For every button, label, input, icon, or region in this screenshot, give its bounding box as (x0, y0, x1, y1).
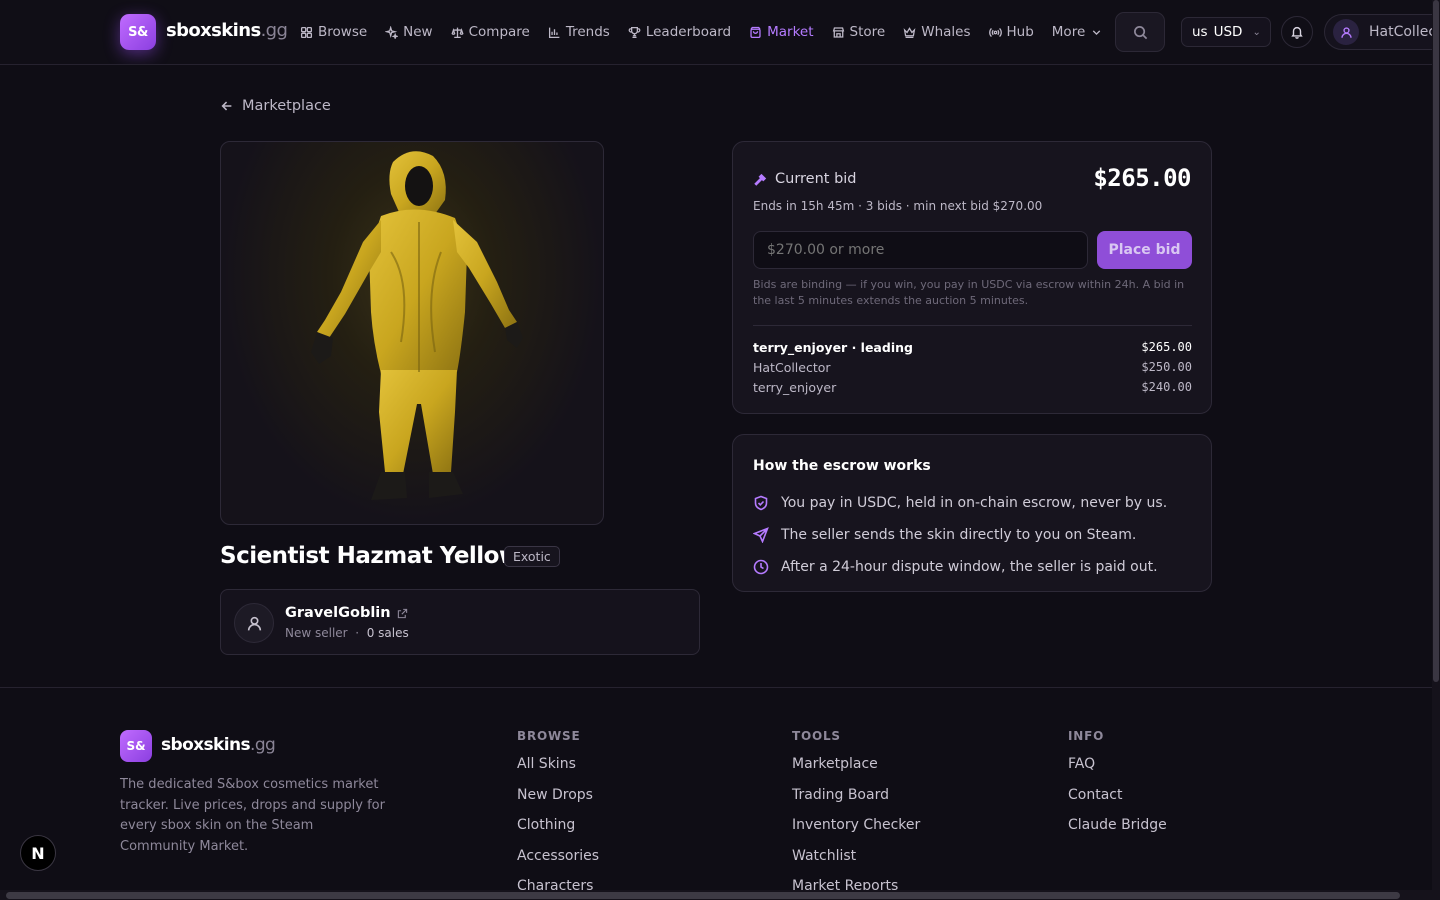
clock-icon (753, 559, 769, 575)
item-title: Scientist Hazmat Yellow (220, 543, 520, 569)
bid-history: terry_enjoyer · leading $265.00 HatColle… (753, 337, 1192, 397)
footer-logo-text[interactable]: sboxskins.gg (161, 735, 276, 755)
chevron-down-icon: ⌄ (1252, 26, 1261, 38)
shield-check-icon (754, 495, 768, 511)
escrow-steps: You pay in USDC, held in on-chain escrow… (753, 487, 1167, 583)
nav-menu: Browse New Compare Trends Leaderboard Ma… (300, 0, 1121, 64)
escrow-info-card: How the escrow works You pay in USDC, he… (732, 434, 1212, 592)
escrow-step: The seller sends the skin directly to yo… (753, 519, 1167, 551)
scrollbar-thumb[interactable] (6, 892, 1400, 899)
grid-icon (300, 26, 313, 38)
gavel-icon (754, 173, 767, 186)
hazmat-suit-illustration (311, 151, 523, 500)
search-button[interactable] (1115, 12, 1165, 52)
nav-item-market[interactable]: Market (749, 24, 814, 40)
place-bid-button[interactable]: Place bid (1097, 231, 1192, 269)
avatar (1333, 19, 1359, 45)
nav-item-hub[interactable]: Hub (988, 24, 1034, 40)
radio-icon (988, 27, 1002, 37)
bid-history-row: HatCollector $250.00 (753, 359, 1192, 375)
footer-column-title: INFO (1068, 729, 1105, 743)
footer-link[interactable]: Inventory Checker (792, 817, 920, 848)
nav-item-trends[interactable]: Trends (548, 24, 610, 40)
arrow-left-icon (221, 101, 232, 111)
store-icon (832, 26, 844, 38)
nav-item-compare[interactable]: Compare (451, 24, 530, 40)
footer-column-tools: TOOLS Marketplace Trading Board Inventor… (792, 729, 920, 900)
footer-divider (0, 687, 1432, 688)
seller-meta: New seller · 0 sales (285, 626, 409, 640)
divider (753, 325, 1192, 326)
bar-chart-icon (548, 27, 560, 38)
back-to-marketplace-link[interactable]: Marketplace (220, 98, 331, 114)
logo-text[interactable]: sboxskins.gg (166, 20, 288, 41)
bell-icon (1291, 26, 1303, 39)
current-bid-price: $265.00 (1093, 164, 1191, 192)
footer-logo-badge[interactable]: S& (120, 730, 152, 762)
dev-tools-badge[interactable]: N (20, 835, 56, 871)
bid-terms-note: Bids are binding — if you win, you pay i… (753, 278, 1185, 307)
footer-link[interactable]: New Drops (517, 787, 599, 818)
currency-code: USD (1213, 24, 1243, 40)
scrollbar-thumb[interactable] (1433, 0, 1439, 682)
footer-link[interactable]: FAQ (1068, 756, 1167, 787)
currency-flag: us (1192, 24, 1208, 40)
footer-link[interactable]: Clothing (517, 817, 599, 848)
footer-link[interactable]: All Skins (517, 756, 599, 787)
footer-column-browse: BROWSE All Skins New Drops Clothing Acce… (517, 729, 599, 900)
footer-column-info: INFO FAQ Contact Claude Bridge (1068, 729, 1167, 848)
footer-link[interactable]: Watchlist (792, 848, 920, 879)
chevron-down-icon (1093, 29, 1101, 35)
footer-link[interactable]: Marketplace (792, 756, 920, 787)
footer-link[interactable]: Trading Board (792, 787, 920, 818)
bid-history-row: terry_enjoyer $240.00 (753, 379, 1192, 395)
bid-panel: Current bid $265.00 Ends in 15h 45m · 3 … (732, 141, 1212, 414)
user-menu[interactable]: HatCollector (1324, 14, 1432, 50)
shopping-bag-icon (750, 26, 761, 38)
crown-icon (903, 26, 916, 38)
nav-item-leaderboard[interactable]: Leaderboard (628, 24, 731, 40)
item-image (220, 141, 604, 525)
nav-item-browse[interactable]: Browse (300, 24, 367, 40)
external-link-icon (397, 608, 407, 618)
auction-status: Ends in 15h 45m · 3 bids · min next bid … (753, 199, 1043, 213)
footer-description: The dedicated S&box cosmetics market tra… (120, 777, 385, 854)
bid-history-row: terry_enjoyer · leading $265.00 (753, 339, 1192, 355)
seller-card: GravelGoblin New seller · 0 sales (220, 589, 700, 655)
escrow-step: You pay in USDC, held in on-chain escrow… (753, 487, 1167, 519)
top-nav: S& sboxskins.gg Browse New Compare Trend… (0, 0, 1432, 65)
footer-column-title: TOOLS (792, 729, 841, 743)
horizontal-scrollbar[interactable] (0, 890, 1432, 900)
seller-name-link[interactable]: GravelGoblin (285, 605, 408, 621)
sparkle-icon (385, 25, 399, 39)
nav-item-store[interactable]: Store (832, 24, 885, 40)
scale-icon (451, 27, 464, 38)
bid-amount-input[interactable] (753, 231, 1088, 269)
nav-item-new[interactable]: New (385, 24, 433, 40)
seller-avatar (234, 603, 274, 643)
footer-link[interactable]: Contact (1068, 787, 1167, 818)
notifications-button[interactable] (1281, 16, 1313, 48)
escrow-title: How the escrow works (753, 458, 931, 474)
escrow-step: After a 24-hour dispute window, the sell… (753, 551, 1167, 583)
currency-select[interactable]: us USD ⌄ (1181, 17, 1271, 47)
user-icon (247, 616, 261, 631)
nav-item-more[interactable]: More (1052, 24, 1103, 40)
logo-badge[interactable]: S& (120, 14, 156, 50)
footer-column-title: BROWSE (517, 729, 581, 743)
rarity-badge: Exotic (504, 546, 560, 567)
nav-item-whales[interactable]: Whales (903, 24, 971, 40)
vertical-scrollbar[interactable] (1432, 0, 1440, 900)
search-icon (1133, 25, 1147, 39)
footer-link[interactable]: Claude Bridge (1068, 817, 1167, 848)
send-icon (753, 527, 769, 543)
footer-link[interactable]: Accessories (517, 848, 599, 879)
username: HatCollector (1369, 24, 1432, 40)
trophy-icon (628, 26, 641, 38)
bid-heading: Current bid (753, 171, 857, 187)
user-icon (1340, 26, 1352, 38)
